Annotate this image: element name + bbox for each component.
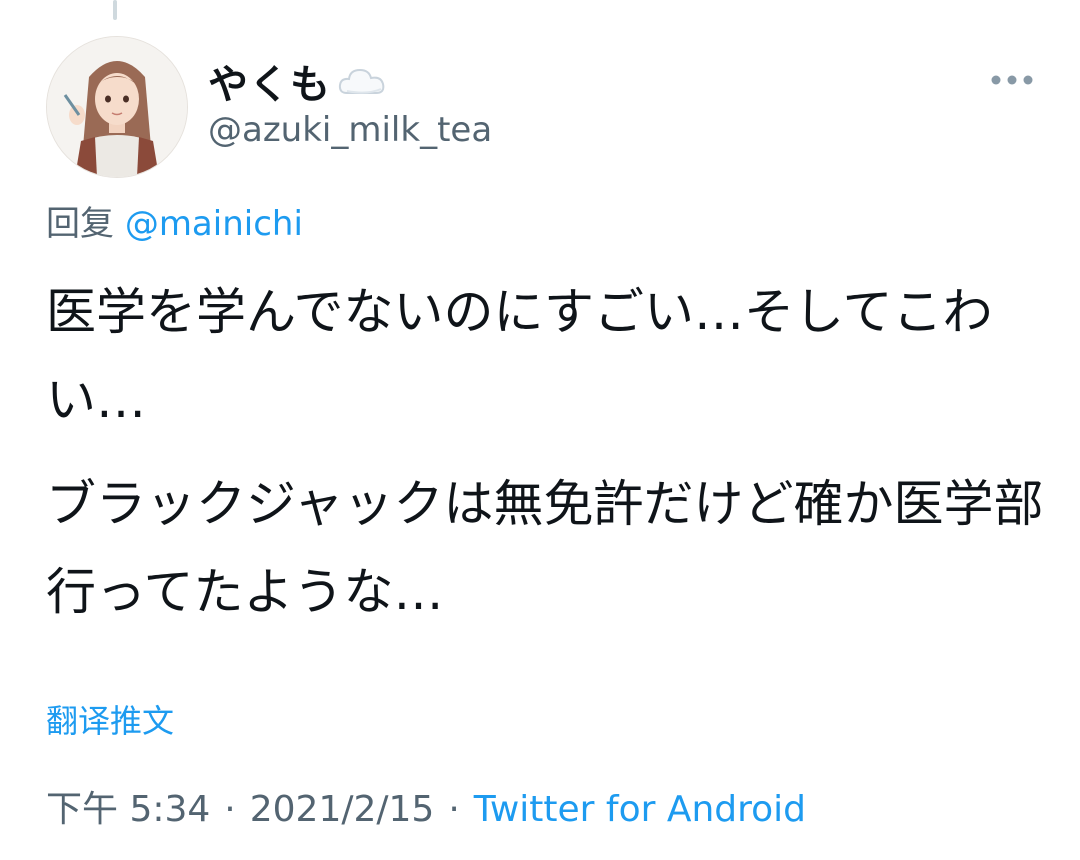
tweet-paragraph: ブラックジャックは無免許だけど確か医学部行ってたような…: [46, 475, 1044, 621]
tweet-source-link[interactable]: Twitter for Android: [474, 789, 806, 830]
tweet-metadata: 下午 5:34 · 2021/2/15 · Twitter for Android: [46, 780, 806, 832]
more-horizontal-icon: [991, 75, 1033, 85]
meta-separator: ·: [224, 789, 236, 830]
avatar[interactable]: [46, 36, 188, 178]
author-handle[interactable]: @azuki_milk_tea: [208, 110, 492, 150]
reply-mention-link[interactable]: @mainichi: [125, 204, 303, 244]
illustrated-girl-avatar: [47, 37, 187, 177]
tweet-paragraph: 医学を学んでないのにすごい…そしてこわい…: [46, 283, 993, 429]
meta-separator: ·: [448, 789, 460, 830]
reply-prefix: 回复: [46, 204, 114, 244]
author-name-row: やくも: [208, 56, 387, 108]
thread-connector-line: [113, 0, 117, 20]
tweet-date[interactable]: 2021/2/15: [250, 789, 435, 830]
tweet-text: 医学を学んでないのにすごい…そしてこわい… ブラックジャックは無免許だけど確か医…: [46, 268, 1046, 636]
display-name[interactable]: やくも: [208, 52, 331, 110]
more-options-button[interactable]: [984, 62, 1040, 98]
tweet-time[interactable]: 下午 5:34: [46, 789, 210, 830]
translate-tweet-link[interactable]: 翻译推文: [46, 696, 174, 742]
reply-context: 回复 @mainichi: [46, 196, 303, 245]
cloud-icon: [337, 65, 387, 97]
